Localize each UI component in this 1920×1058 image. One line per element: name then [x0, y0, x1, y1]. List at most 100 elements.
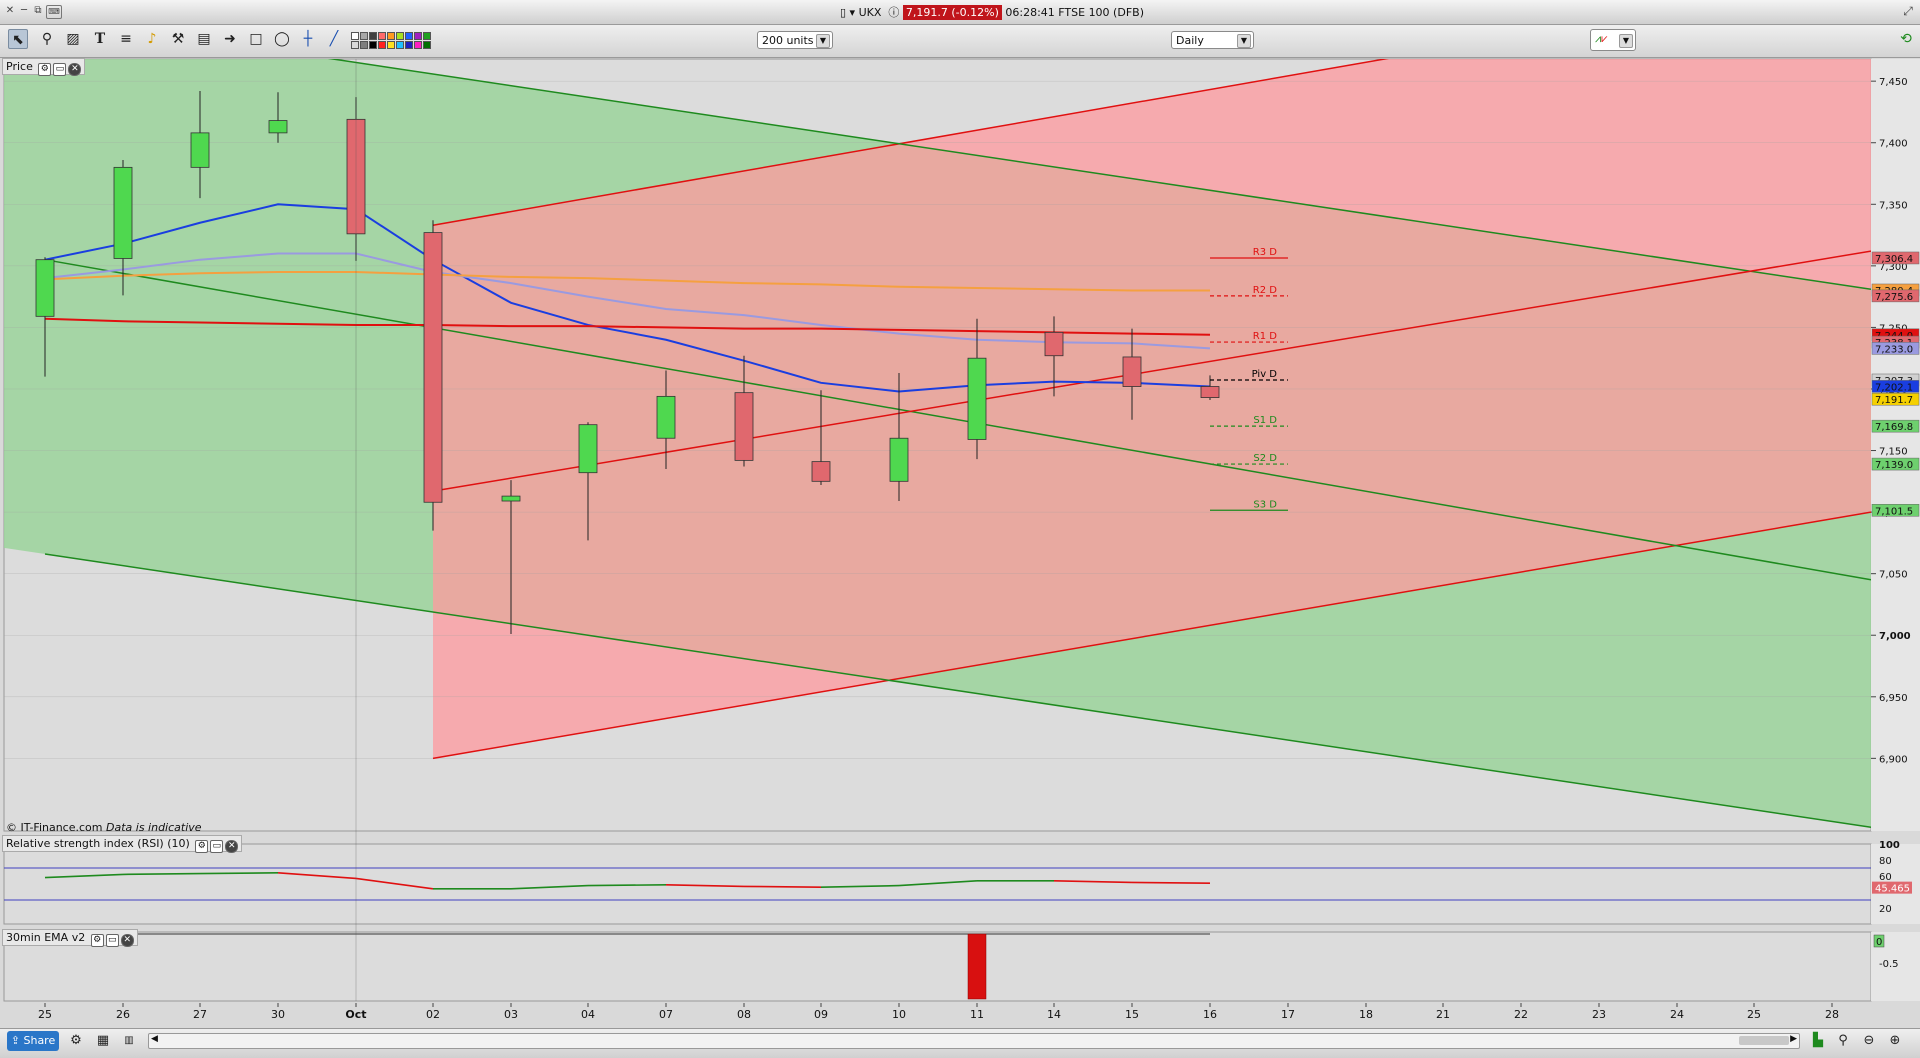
- symbol-icon[interactable]: ▯ ▾: [840, 6, 855, 19]
- color-swatch[interactable]: [396, 32, 404, 40]
- color-swatch[interactable]: [378, 41, 386, 49]
- price-panel-title: Price: [6, 60, 33, 73]
- zoom-out-icon[interactable]: ⊖: [1860, 1032, 1878, 1050]
- color-swatch[interactable]: [369, 41, 377, 49]
- share-button[interactable]: ⇪ Share: [7, 1031, 59, 1051]
- pencil-icon[interactable]: ╱: [324, 29, 344, 49]
- rsi-segment: [1131, 881, 1211, 884]
- close-icon[interactable]: ✕: [225, 840, 239, 853]
- symbol-label: UKX: [858, 6, 882, 19]
- x-tick-label: 24: [1670, 1008, 1684, 1021]
- ema-panel-header: 30min EMA v2 ⚙ ▭ ✕: [2, 929, 138, 947]
- candle-body: [1122, 356, 1142, 387]
- candle-body: [578, 424, 598, 474]
- wrench-icon[interactable]: ⚙: [195, 840, 209, 853]
- pivot-label: S2 D: [1253, 453, 1277, 464]
- price-axis: [1871, 59, 1920, 831]
- magnifier-icon[interactable]: ⚲: [37, 29, 57, 49]
- window-icon[interactable]: ▭: [53, 63, 67, 76]
- info-icon[interactable]: ⓘ: [888, 6, 899, 19]
- rsi-value-label: 45.465: [1875, 884, 1910, 895]
- text-icon[interactable]: T: [90, 29, 110, 49]
- y-tick-label: 6,900: [1879, 754, 1908, 765]
- x-tick-label: 11: [970, 1008, 984, 1021]
- layout-icon[interactable]: ▥: [120, 1032, 138, 1050]
- x-tick-label: 10: [892, 1008, 906, 1021]
- zoom-in-icon[interactable]: ⊕: [1886, 1032, 1904, 1050]
- color-swatch[interactable]: [351, 32, 359, 40]
- restore-icon[interactable]: ⧉: [32, 5, 44, 17]
- expand-icon[interactable]: ⤢: [1902, 5, 1914, 17]
- color-swatch[interactable]: [369, 32, 377, 40]
- x-tick-label: 17: [1281, 1008, 1295, 1021]
- x-tick-label: 21: [1436, 1008, 1450, 1021]
- color-swatch[interactable]: [405, 41, 413, 49]
- close-icon[interactable]: ✕: [120, 934, 134, 947]
- rsi-tick-label: 60: [1879, 872, 1892, 883]
- rsi-segment: [587, 884, 667, 887]
- units-select-value: 200 units: [762, 34, 814, 47]
- zoom-fit-icon[interactable]: ⚲: [1834, 1032, 1852, 1050]
- rsi-panel-title: Relative strength index (RSI) (10): [6, 837, 190, 850]
- color-swatch[interactable]: [396, 41, 404, 49]
- refresh-icon[interactable]: ⟲: [1896, 29, 1916, 49]
- color-swatch[interactable]: [378, 32, 386, 40]
- export-icon[interactable]: ▦: [94, 1032, 112, 1050]
- window-icon[interactable]: ▭: [105, 934, 119, 947]
- horizontal-scrollbar[interactable]: ◀ ▶: [148, 1033, 1800, 1049]
- y-tick-label: 7,450: [1879, 77, 1908, 88]
- crosshair-icon[interactable]: ┼: [298, 29, 318, 49]
- chart-icon[interactable]: ▙: [1809, 1032, 1827, 1050]
- wrench-icon[interactable]: ⚙: [90, 934, 104, 947]
- trendlines-icon[interactable]: ≡: [116, 29, 136, 49]
- period-select-value: Daily: [1176, 34, 1204, 47]
- market-label: FTSE 100 (DFB): [1058, 6, 1144, 19]
- minimize-icon[interactable]: ─: [18, 5, 30, 17]
- close-icon[interactable]: ✕: [68, 63, 82, 76]
- color-swatch[interactable]: [387, 32, 395, 40]
- scroll-left-icon[interactable]: ◀: [151, 1034, 158, 1044]
- pointer-icon[interactable]: ⬉: [8, 29, 28, 49]
- x-tick-label: 28: [1825, 1008, 1839, 1021]
- color-swatch[interactable]: [423, 32, 431, 40]
- ellipse-icon[interactable]: ◯: [272, 29, 292, 49]
- price-label: 7,275.6: [1875, 292, 1913, 303]
- rsi-tick-label: 100: [1879, 840, 1900, 851]
- color-swatch[interactable]: [360, 41, 368, 49]
- hammer-icon[interactable]: ⚒: [168, 29, 188, 49]
- color-swatch[interactable]: [423, 41, 431, 49]
- x-tick-label: 08: [737, 1008, 751, 1021]
- close-icon[interactable]: ✕: [4, 5, 16, 17]
- units-select[interactable]: 200 units ▼: [757, 31, 833, 49]
- price-label: 7,202.1: [1875, 382, 1913, 393]
- rsi-segment: [122, 872, 201, 876]
- x-tick-label: 27: [193, 1008, 207, 1021]
- x-tick-label: 25: [38, 1008, 52, 1021]
- color-swatch[interactable]: [414, 32, 422, 40]
- x-tick-label: 22: [1514, 1008, 1528, 1021]
- chart-type-select[interactable]: ⩘⩗ ▼: [1590, 29, 1636, 51]
- color-swatch[interactable]: [387, 41, 395, 49]
- x-tick-label: 15: [1125, 1008, 1139, 1021]
- x-tick-label: 18: [1359, 1008, 1373, 1021]
- settings-icon[interactable]: ⚙: [67, 1032, 85, 1050]
- arrow-icon[interactable]: ➜: [220, 29, 240, 49]
- price-label: 7,191.7: [1875, 395, 1913, 406]
- color-swatch[interactable]: [414, 41, 422, 49]
- x-tick-label: 25: [1747, 1008, 1761, 1021]
- fib-icon[interactable]: ▨: [63, 29, 83, 49]
- share-label: Share: [23, 1034, 56, 1047]
- candle-body: [811, 461, 831, 482]
- scroll-thumb[interactable]: [1739, 1036, 1789, 1045]
- color-swatch[interactable]: [360, 32, 368, 40]
- scroll-right-icon[interactable]: ▶: [1790, 1034, 1797, 1044]
- color-swatch[interactable]: [405, 32, 413, 40]
- rectangle-icon[interactable]: □: [246, 29, 266, 49]
- color-swatch[interactable]: [351, 41, 359, 49]
- period-select[interactable]: Daily ▼: [1171, 31, 1254, 49]
- keyboard-icon[interactable]: ⌨: [46, 5, 62, 19]
- alert-icon[interactable]: ♪: [142, 29, 162, 49]
- wrench-icon[interactable]: ⚙: [38, 63, 52, 76]
- window-icon[interactable]: ▭: [210, 840, 224, 853]
- trash-icon[interactable]: ▤: [194, 29, 214, 49]
